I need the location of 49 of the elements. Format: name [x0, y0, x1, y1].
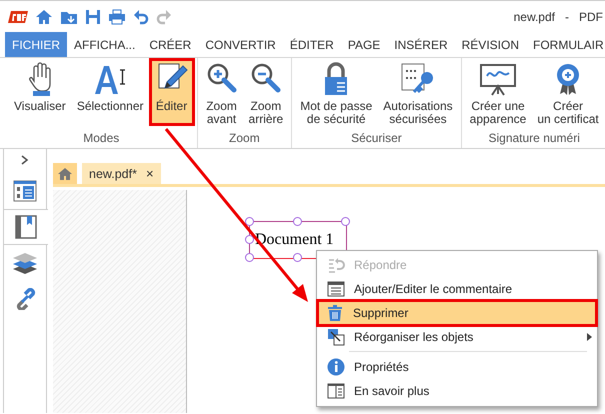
ribbon-button[interactable]: Créer un certificat [533, 60, 603, 124]
thumbnails-icon[interactable] [12, 180, 36, 202]
menu-tab[interactable]: ÉDITER [282, 32, 341, 57]
menu-tab[interactable]: FICHIER [5, 32, 67, 57]
menu-tab[interactable]: AFFICHA... [67, 32, 142, 57]
menu-item[interactable]: Ajouter/Editer le commentaire [319, 277, 595, 301]
menu-tab[interactable]: INSÉRER [387, 32, 455, 57]
sidebar-tab[interactable] [4, 209, 48, 245]
menu-tab[interactable]: FORMULAIR [526, 32, 605, 57]
ribbon-button[interactable]: Autorisations sécurisées [379, 60, 457, 124]
menu-tab[interactable]: RÉVISION [454, 32, 526, 57]
group-label: Sécuriser [351, 131, 402, 145]
home-tab[interactable] [53, 163, 77, 184]
trash-icon [326, 304, 344, 322]
menu-tab[interactable]: CONVERTIR [198, 32, 283, 57]
ribbon-button[interactable]: Éditer [150, 60, 193, 124]
menu-item[interactable]: Réorganiser les objets [319, 325, 595, 349]
group-label: Signature numéri [488, 131, 580, 145]
ribbon-button[interactable]: Zoom arrière [244, 60, 288, 124]
menu-tab[interactable]: PAGE [340, 32, 388, 57]
group-label: Zoom [229, 131, 260, 145]
submenu-arrow-icon [587, 333, 592, 341]
arrange-icon [327, 328, 345, 346]
ribbon-button[interactable]: Zoom avant [202, 60, 242, 124]
signature-board-icon [478, 62, 518, 96]
window-title: new.pdf - PDF [514, 10, 604, 24]
close-tab-button[interactable]: × [146, 166, 154, 181]
undo-icon[interactable] [133, 8, 149, 24]
help-panel-icon [327, 383, 345, 399]
pdf-logo-icon[interactable] [8, 10, 28, 24]
comment-icon [327, 281, 345, 297]
ribbon-button[interactable]: Sélectionner [72, 60, 148, 124]
home-icon[interactable] [57, 166, 73, 180]
menu-tab[interactable]: CRÉER [142, 32, 198, 57]
print-icon[interactable] [108, 8, 126, 24]
expand-chevron-icon[interactable] [21, 155, 29, 165]
document-tab[interactable]: new.pdf* × [82, 163, 161, 184]
ribbon-button[interactable]: Mot de passe de sécurité [296, 60, 376, 124]
bookmark-book-icon[interactable] [15, 215, 37, 239]
layers-icon[interactable] [10, 252, 38, 274]
menu-item[interactable]: En savoir plus [319, 379, 595, 403]
info-icon [327, 358, 345, 376]
group-label: Modes [83, 131, 120, 145]
password-key-icon [400, 62, 436, 96]
reply-icon [327, 257, 345, 273]
ribbon-button[interactable]: Créer une apparence [466, 60, 530, 124]
ribbon-button[interactable]: Visualiser [10, 60, 70, 124]
menu-item[interactable]: Supprimer [318, 301, 596, 325]
home-icon[interactable] [35, 8, 53, 24]
